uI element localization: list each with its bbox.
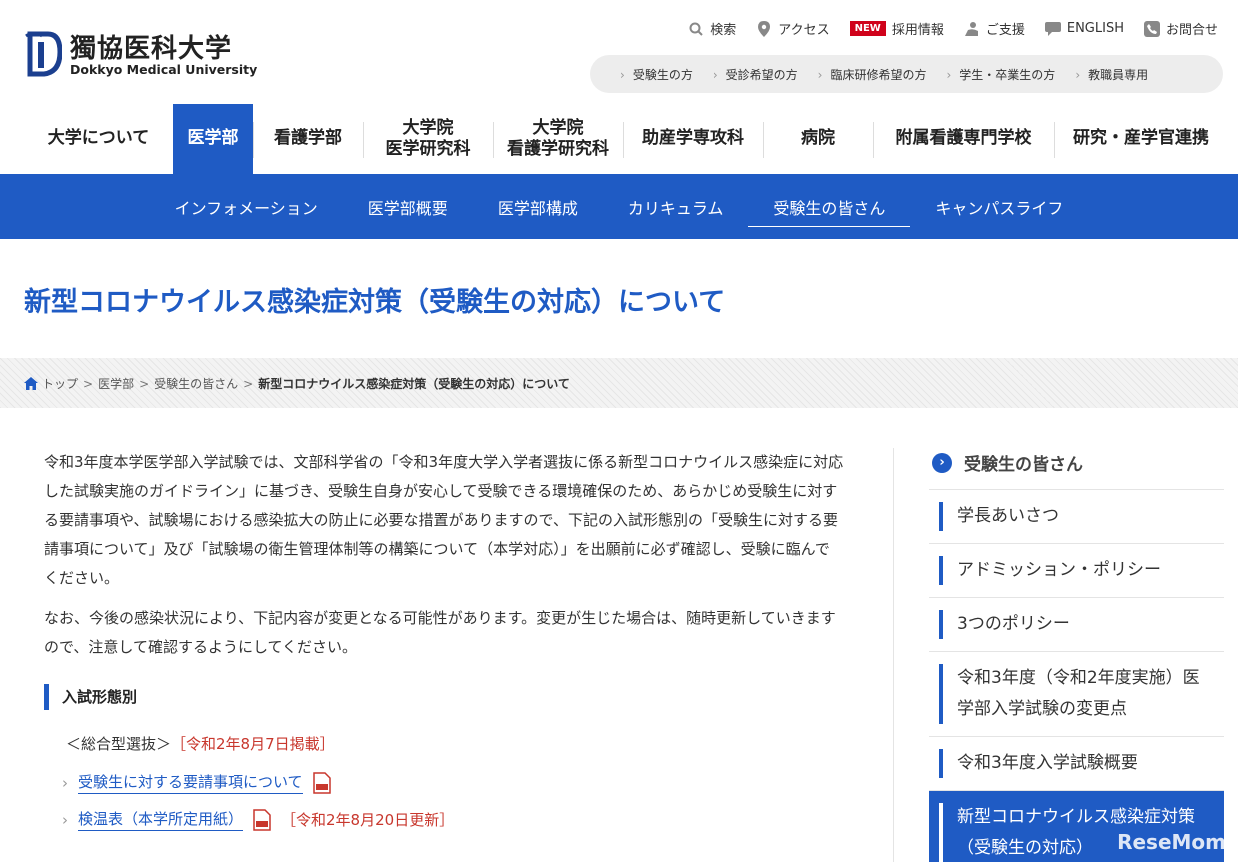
mainnav-grad-medicine[interactable]: 大学院 医学研究科: [363, 104, 493, 174]
util-access-label: アクセス: [778, 23, 830, 38]
phone-icon: [1143, 20, 1160, 37]
mainnav-nursing[interactable]: 看護学部: [253, 104, 363, 174]
audience-residency[interactable]: 臨床研修希望の方: [818, 66, 926, 83]
subnav-overview[interactable]: 医学部概要: [343, 189, 473, 225]
support-icon: [964, 21, 980, 37]
pdf-icon[interactable]: [253, 808, 271, 831]
link-temperature-row: › 検温表（本学所定用紙） ［令和2年8月20日更新］: [62, 808, 454, 831]
sidebar-item-three-policies[interactable]: 3つのポリシー: [929, 598, 1224, 652]
breadcrumb-separator: >: [83, 376, 94, 391]
subnav-structure[interactable]: 医学部構成: [473, 189, 603, 225]
chevron-right-icon: ›: [62, 810, 68, 829]
sub-nav: インフォメーション 医学部概要 医学部構成 カリキュラム 受験生の皆さん キャン…: [0, 174, 1238, 239]
util-access[interactable]: アクセス: [756, 19, 830, 38]
sidebar-item-greeting[interactable]: 学長あいさつ: [929, 490, 1224, 544]
breadcrumb-separator: >: [139, 376, 150, 391]
sidebar-item-admission-policy[interactable]: アドミッション・ポリシー: [929, 544, 1224, 598]
sidebar-heading-label: 受験生の皆さん: [964, 455, 1083, 475]
mainnav-hospital[interactable]: 病院: [763, 104, 873, 174]
speech-bubble-icon: [1044, 21, 1061, 37]
breadcrumb: トップ > 医学部 > 受験生の皆さん > 新型コロナウイルス感染症対策（受験生…: [24, 375, 570, 392]
util-english[interactable]: ENGLISH: [1044, 21, 1124, 37]
search-icon: [688, 21, 704, 37]
util-contact[interactable]: お問合せ: [1143, 19, 1218, 38]
notice-paragraph: なお、今後の感染状況により、下記内容が変更となる可能性があります。変更が生じた場…: [44, 609, 836, 656]
selection-name: ＜総合型選抜＞: [66, 735, 172, 753]
subnav-information[interactable]: インフォメーション: [150, 189, 343, 225]
watermark: ReseMom: [1117, 830, 1226, 854]
requests-link[interactable]: 受験生に対する要請事項について: [78, 771, 303, 794]
mainnav-nursing-school[interactable]: 附属看護専門学校: [873, 104, 1054, 174]
mainnav-research[interactable]: 研究・産学官連携: [1054, 104, 1228, 174]
university-logo[interactable]: 獨協医科大学 Dokkyo Medical University: [24, 26, 264, 82]
intro-paragraph: 令和3年度本学医学部入学試験では、文部科学省の「令和3年度大学入学者選抜に係る新…: [44, 453, 844, 587]
main-content: 令和3年度本学医学部入学試験では、文部科学省の「令和3年度大学入学者選抜に係る新…: [44, 448, 844, 673]
util-support[interactable]: ご支援: [964, 19, 1025, 38]
selection-posted-date: ［令和2年8月7日掲載］: [171, 735, 335, 753]
selection-heading: ＜総合型選抜＞［令和2年8月7日掲載］: [66, 733, 335, 754]
sidebar-menu: 学長あいさつ アドミッション・ポリシー 3つのポリシー 令和3年度（令和2年度実…: [929, 489, 1224, 862]
sidebar-item-exam-overview[interactable]: 令和3年度入学試験概要: [929, 737, 1224, 791]
logo-emblem-icon: [25, 31, 62, 77]
link-requests-row: › 受験生に対する要請事項について: [62, 771, 331, 794]
subnav-applicants[interactable]: 受験生の皆さん: [748, 189, 911, 227]
util-support-label: ご支援: [985, 23, 1025, 38]
mainnav-medicine[interactable]: 医学部: [173, 104, 253, 174]
subnav-curriculum[interactable]: カリキュラム: [603, 189, 749, 225]
chevron-right-icon: ›: [62, 773, 68, 792]
sidebar-item-exam-changes[interactable]: 令和3年度（令和2年度実施）医学部入学試験の変更点: [929, 652, 1224, 737]
temperature-updated-date: ［令和2年8月20日更新］: [281, 811, 455, 829]
audience-staff[interactable]: 教職員専用: [1075, 66, 1148, 83]
breadcrumb-current: 新型コロナウイルス感染症対策（受験生の対応）について: [258, 377, 570, 391]
page-title: 新型コロナウイルス感染症対策（受験生の対応）について: [24, 287, 726, 318]
location-pin-icon: [756, 20, 772, 37]
chevron-right-circle-icon: ›: [932, 452, 952, 473]
util-english-label: ENGLISH: [1066, 21, 1124, 36]
audience-nav: 受験生の方 受診希望の方 臨床研修希望の方 学生・卒業生の方 教職員専用: [590, 55, 1223, 93]
breadcrumb-separator: >: [243, 376, 254, 391]
util-contact-label: お問合せ: [1165, 23, 1218, 38]
mainnav-midwifery[interactable]: 助産学専攻科: [623, 104, 763, 174]
main-nav: 大学について 医学部 看護学部 大学院 医学研究科 大学院 看護学研究科 助産学…: [24, 104, 1228, 174]
subnav-campus-life[interactable]: キャンパスライフ: [910, 189, 1088, 225]
new-badge: NEW: [849, 21, 886, 36]
breadcrumb-applicants[interactable]: 受験生の皆さん: [154, 375, 238, 392]
mainnav-grad-nursing[interactable]: 大学院 看護学研究科: [493, 104, 623, 174]
breadcrumb-medicine[interactable]: 医学部: [98, 375, 134, 392]
util-recruit[interactable]: NEW 採用情報: [849, 19, 944, 38]
temperature-form-link[interactable]: 検温表（本学所定用紙）: [78, 808, 244, 831]
column-divider: [893, 448, 894, 862]
sidebar-heading[interactable]: › 受験生の皆さん: [932, 450, 1083, 475]
breadcrumb-top[interactable]: トップ: [42, 375, 78, 392]
logo-japanese-name: 獨協医科大学: [70, 34, 233, 64]
util-recruit-label: 採用情報: [891, 23, 944, 38]
mainnav-about[interactable]: 大学について: [24, 104, 173, 174]
utility-nav: 検索 アクセス NEW 採用情報 ご支援 ENGLISH お問合せ: [688, 19, 1218, 38]
audience-patients[interactable]: 受診希望の方: [713, 66, 798, 83]
pdf-icon[interactable]: [312, 771, 331, 794]
home-icon: [24, 377, 38, 390]
section-heading: 入試形態別: [44, 684, 137, 710]
audience-students[interactable]: 学生・卒業生の方: [946, 66, 1055, 83]
util-search[interactable]: 検索: [688, 19, 736, 38]
util-search-label: 検索: [710, 23, 737, 38]
audience-applicants[interactable]: 受験生の方: [620, 66, 693, 83]
breadcrumb-bar: トップ > 医学部 > 受験生の皆さん > 新型コロナウイルス感染症対策（受験生…: [0, 358, 1238, 408]
logo-english-name: Dokkyo Medical University: [70, 62, 258, 77]
